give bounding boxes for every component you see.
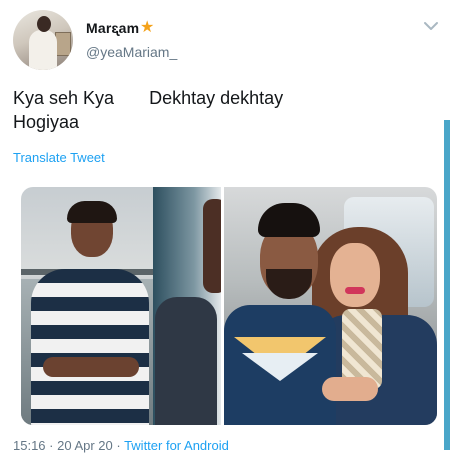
- avatar-figure-body: [29, 30, 57, 70]
- tweet-media[interactable]: [21, 187, 437, 425]
- media-photo-2[interactable]: [224, 187, 437, 425]
- display-name[interactable]: Marᶓam: [86, 20, 139, 36]
- translate-tweet-link[interactable]: Translate Tweet: [13, 150, 105, 165]
- avatar-figure-head: [37, 16, 51, 32]
- tweet: Marᶓam ★ @yeaMariam_ Kya seh Kya Dekhtay…: [0, 0, 450, 453]
- photo-man-hair: [258, 203, 320, 237]
- source-link[interactable]: Twitter for Android: [124, 438, 229, 453]
- photo-woman-face: [330, 243, 380, 307]
- photo-second-person-head: [203, 199, 221, 293]
- timestamp: 15:16 · 20 Apr 20 ·: [13, 438, 125, 453]
- photo-man-beard: [266, 269, 312, 299]
- photo-hair: [67, 201, 117, 223]
- photo-hand: [322, 377, 378, 401]
- user-handle[interactable]: @yeaMariam_: [86, 44, 177, 60]
- photo-man-chevron-white: [242, 353, 318, 381]
- photo-second-person: [155, 297, 217, 425]
- avatar[interactable]: [13, 10, 73, 70]
- side-scroll-strip: [444, 120, 450, 450]
- tweet-text: Kya seh Kya Dekhtay dekhtay Hogiyaa: [13, 88, 284, 132]
- media-photo-1[interactable]: [21, 187, 221, 425]
- photo-crossed-arms: [43, 357, 139, 377]
- chevron-down-icon[interactable]: [423, 18, 439, 34]
- tweet-meta: 15:16 · 20 Apr 20 · Twitter for Android: [13, 438, 229, 453]
- photo-striped-shirt: [31, 269, 149, 425]
- avatar-background: [55, 32, 71, 56]
- star-icon: ★: [140, 19, 155, 36]
- photo-woman-lips: [345, 287, 365, 294]
